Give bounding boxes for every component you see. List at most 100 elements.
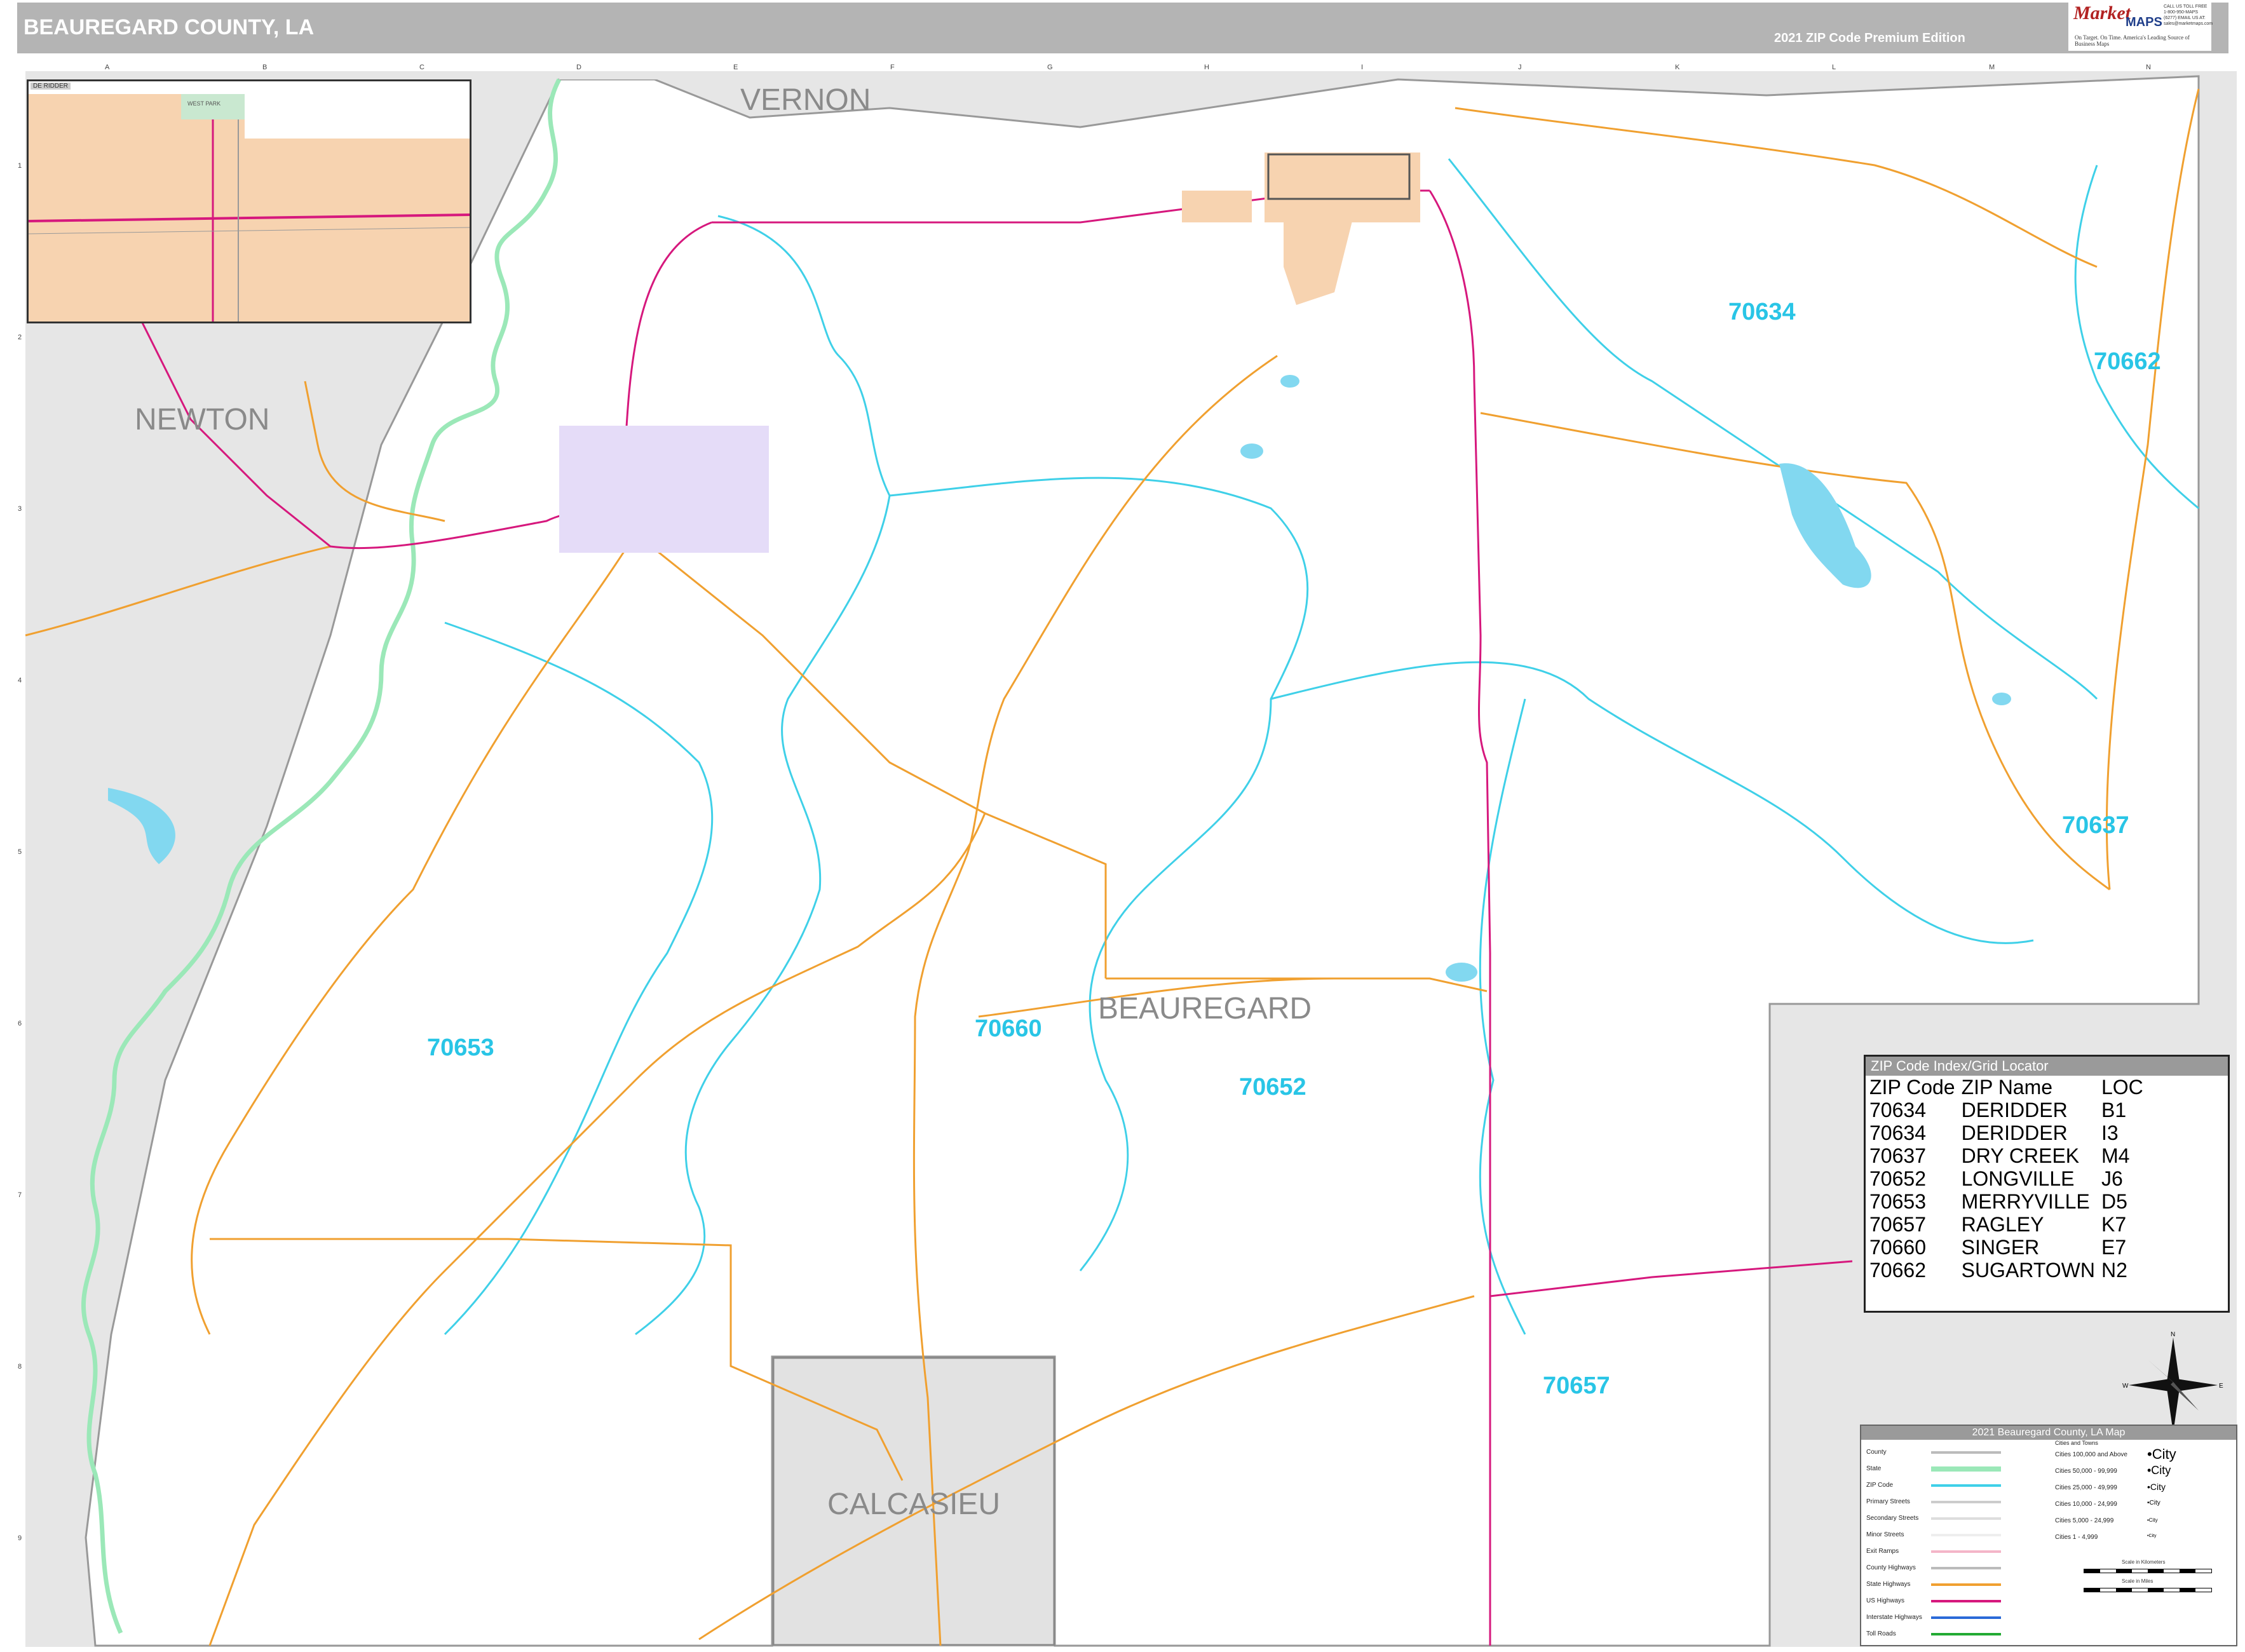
zip-cell: 70652: [1869, 1167, 1926, 1190]
legend-city-sample-4: •City: [2147, 1500, 2160, 1506]
zip-cell: 70634: [1869, 1121, 1926, 1144]
inset-park-label: WEST PARK: [187, 100, 221, 107]
legend-city-range-3: Cities 25,000 - 49,999: [2055, 1484, 2117, 1491]
vernon-label: VERNON: [740, 83, 871, 117]
zip-loc-cell: N2: [2101, 1259, 2127, 1282]
table-row: 70634 DERIDDER B1: [1869, 1099, 2150, 1121]
legend-item-toll: Toll Roads: [1866, 1630, 1896, 1637]
grid-letter-a: A: [105, 64, 110, 71]
legend-item-county: County: [1866, 1449, 1887, 1456]
legend-swatch-primary: [1931, 1501, 2001, 1503]
legend-city-range-4: Cities 10,000 - 24,999: [2055, 1501, 2117, 1508]
legend-scale-mi: Scale in Miles: [2122, 1578, 2153, 1584]
table-row: 70652 LONGVILLE J6: [1869, 1167, 2150, 1190]
zip-loc-cell: E7: [2101, 1236, 2127, 1259]
legend-item-us-hwy: US Highways: [1866, 1597, 1905, 1604]
zip-label-70653: 70653: [427, 1034, 494, 1061]
zip-label-70637: 70637: [2062, 812, 2129, 839]
table-row: 70634 DERIDDER I3: [1869, 1121, 2150, 1144]
grid-letter-i: I: [1361, 64, 1364, 71]
zip-index-header-row: ZIP Code ZIP Name LOC: [1869, 1076, 2150, 1099]
grid-letter-h: H: [1204, 64, 1209, 71]
zip-name-cell: SUGARTOWN: [1961, 1259, 2095, 1282]
calcasieu-label: CALCASIEU: [827, 1487, 1001, 1521]
zip-label-70660: 70660: [975, 1015, 1042, 1042]
grid-num-2: 2: [18, 334, 22, 341]
table-row: 70653 MERRYVILLE D5: [1869, 1190, 2150, 1213]
zip-index-header-zip: ZIP Code: [1869, 1076, 1955, 1099]
grid-letter-b: B: [262, 64, 268, 71]
grid-num-3: 3: [18, 505, 22, 513]
legend-item-secondary: Secondary Streets: [1866, 1515, 1919, 1522]
legend-city-sample-3: •City: [2147, 1482, 2166, 1492]
fort-area: [1182, 191, 1252, 222]
legend-swatch-zip: [1931, 1484, 2001, 1487]
legend-item-interstate: Interstate Highways: [1866, 1614, 1922, 1621]
grid-num-5: 5: [18, 848, 22, 856]
legend-city-range-2: Cities 50,000 - 99,999: [2055, 1468, 2117, 1475]
legend-city-sample-6: •City: [2147, 1534, 2157, 1538]
legend-swatch-county-hwy: [1931, 1567, 2001, 1569]
legend-swatch-exit: [1931, 1550, 2001, 1553]
table-row: 70657 RAGLEY K7: [1869, 1213, 2150, 1236]
grid-letter-g: G: [1047, 64, 1053, 71]
legend-item-state-hwy: State Highways: [1866, 1581, 1911, 1588]
legend-city-range-6: Cities 1 - 4,999: [2055, 1534, 2098, 1541]
table-row: 70662 SUGARTOWN N2: [1869, 1259, 2150, 1282]
legend-item-zip: ZIP Code: [1866, 1482, 1894, 1489]
grid-num-7: 7: [18, 1191, 22, 1199]
legend-city-range-1: Cities 100,000 and Above: [2055, 1451, 2127, 1458]
legend-swatch-state-hwy: [1931, 1583, 2001, 1586]
deridder-urban: [1265, 152, 1420, 222]
inset-svg: [29, 81, 470, 322]
legend-swatch-minor: [1931, 1534, 2001, 1536]
grid-letter-e: E: [733, 64, 738, 71]
merryville-area: [559, 426, 769, 553]
legend-scale-bar-mi: [2084, 1588, 2212, 1592]
compass-n: N: [2171, 1331, 2175, 1338]
legend-swatch-secondary: [1931, 1517, 2001, 1520]
zip-label-70634: 70634: [1728, 299, 1796, 325]
inset-white-corner: [245, 81, 470, 139]
legend-item-state: State: [1866, 1465, 1882, 1472]
legend-swatch-toll: [1931, 1633, 2001, 1635]
grid-num-6: 6: [18, 1020, 22, 1027]
zip-name-cell: MERRYVILLE: [1961, 1190, 2090, 1213]
zip-loc-cell: J6: [2101, 1167, 2123, 1190]
legend-cities-title: Cities and Towns: [2055, 1440, 2098, 1446]
legend-city-sample-1: •City: [2147, 1446, 2176, 1462]
deridder-inset-map[interactable]: DE RIDDER WEST PARK: [27, 79, 471, 323]
zip-loc-cell: I3: [2101, 1121, 2119, 1144]
legend-item-primary: Primary Streets: [1866, 1498, 1910, 1505]
compass-rose-icon: N S W E: [2122, 1331, 2223, 1439]
grid-letter-f: F: [890, 64, 895, 71]
zip-name-cell: DERIDDER: [1961, 1121, 2068, 1144]
zip-cell: 70634: [1869, 1099, 1926, 1121]
legend-swatch-state: [1931, 1466, 2001, 1472]
zip-loc-cell: B1: [2101, 1099, 2127, 1121]
zip-index-table: ZIP Code Index/Grid Locator ZIP Code ZIP…: [1864, 1055, 2230, 1313]
zip-index-header-name: ZIP Name: [1961, 1076, 2053, 1099]
inset-park: [181, 94, 245, 119]
newton-label: NEWTON: [135, 403, 270, 437]
zip-name-cell: DRY CREEK: [1961, 1144, 2080, 1167]
legend-city-range-5: Cities 5,000 - 24,999: [2055, 1517, 2114, 1524]
zip-loc-cell: M4: [2101, 1144, 2130, 1167]
table-row: 70637 DRY CREEK M4: [1869, 1144, 2150, 1167]
zip-label-70652: 70652: [1239, 1074, 1306, 1100]
inset-tag: DE RIDDER: [31, 83, 71, 90]
legend-swatch-county: [1931, 1451, 2001, 1454]
table-row: 70660 SINGER E7: [1869, 1236, 2150, 1259]
zip-cell: 70660: [1869, 1236, 1926, 1259]
grid-letter-d: D: [576, 64, 581, 71]
zip-name-cell: LONGVILLE: [1961, 1167, 2075, 1190]
legend-item-minor: Minor Streets: [1866, 1531, 1904, 1538]
grid-letter-l: L: [1832, 64, 1836, 71]
zip-cell: 70657: [1869, 1213, 1926, 1236]
zip-label-70657: 70657: [1543, 1372, 1610, 1399]
vernon-strip: [559, 73, 1303, 79]
zip-index-grid: ZIP Code ZIP Name LOC 70634 DERIDDER B1 70…: [1869, 1076, 2150, 1282]
beauregard-label: BEAUREGARD: [1098, 992, 1312, 1026]
legend-scale-bar-km: [2084, 1569, 2212, 1573]
zip-name-cell: RAGLEY: [1961, 1213, 2044, 1236]
